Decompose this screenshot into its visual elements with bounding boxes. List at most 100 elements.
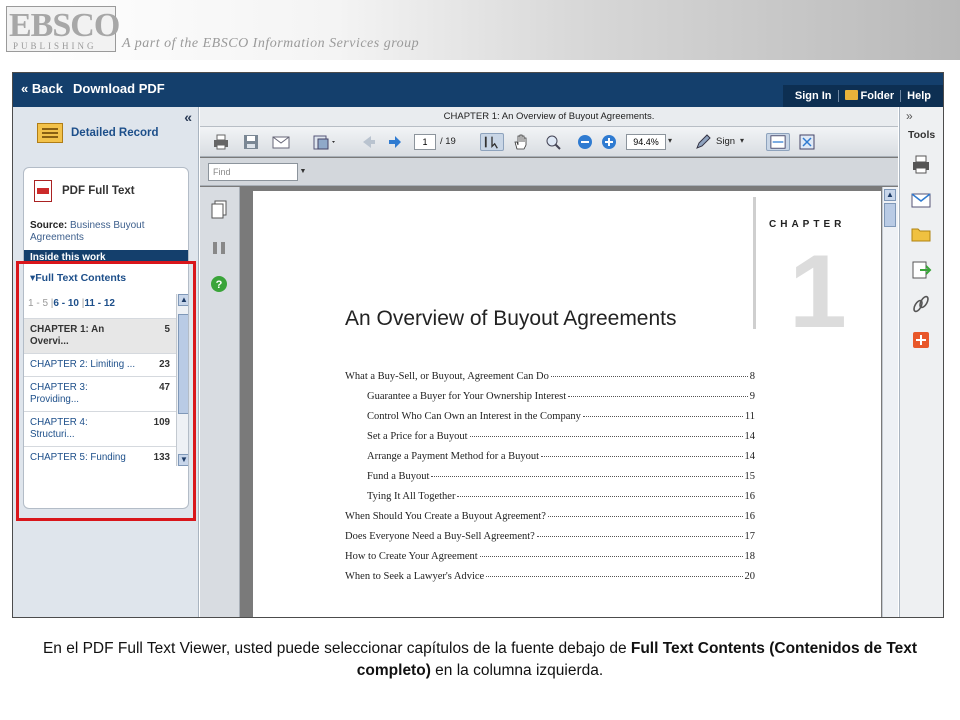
- toc-entry: Guarantee a Buyer for Your Ownership Int…: [345, 391, 755, 411]
- toc-entry: Control Who Can Own an Interest in the C…: [345, 411, 755, 431]
- find-input[interactable]: Find: [208, 163, 298, 181]
- source-info: Source: Business Buyout Agreements: [30, 220, 186, 244]
- page-number-input[interactable]: 1: [414, 134, 436, 150]
- page-title: An Overview of Buyout Agreements: [345, 307, 677, 330]
- detailed-record-link[interactable]: Detailed Record: [37, 123, 159, 143]
- toc-leader-dots: [568, 396, 748, 397]
- navigation-pane: ?: [200, 187, 240, 617]
- attachments-icon[interactable]: [210, 239, 228, 257]
- chapter-divider: [753, 197, 756, 329]
- toc-leader-dots: [457, 496, 743, 497]
- zoom-out-icon[interactable]: [576, 133, 594, 151]
- toc-leader-dots: [547, 516, 743, 517]
- ebsco-banner: EBSCO PUBLISHING A part of the EBSCO Inf…: [0, 0, 960, 60]
- toc-entry-title: Fund a Buyout: [367, 471, 430, 482]
- find-bar: Find ▼: [200, 158, 898, 186]
- detailed-record-icon: [37, 123, 63, 143]
- tools-title: Tools: [908, 129, 936, 141]
- toc-leader-dots: [479, 556, 743, 557]
- table-of-contents: What a Buy-Sell, or Buyout, Agreement Ca…: [345, 371, 755, 591]
- toc-leader-dots: [550, 376, 748, 377]
- toc-entry-title: When to Seek a Lawyer's Advice: [345, 571, 485, 582]
- document-title: CHAPTER 1: An Overview of Buyout Agreeme…: [200, 107, 898, 127]
- help-icon[interactable]: ?: [210, 275, 228, 293]
- document-page-area: CHAPTER 1 An Overview of Buyout Agreemen…: [241, 187, 898, 617]
- folder-link[interactable]: Folder: [839, 90, 901, 102]
- toc-entry: Tying It All Together 16: [345, 491, 755, 511]
- toc-entry-title: What a Buy-Sell, or Buyout, Agreement Ca…: [345, 371, 549, 382]
- toc-leader-dots: [536, 536, 743, 537]
- toc-leader-dots: [469, 436, 743, 437]
- toc-entry: Fund a Buyout 15: [345, 471, 755, 491]
- toc-leader-dots: [486, 576, 743, 577]
- toc-entry: How to Create Your Agreement 18: [345, 551, 755, 571]
- hand-tool-icon[interactable]: [512, 133, 530, 151]
- svg-text:?: ?: [216, 279, 223, 291]
- pdf-viewer: CHAPTER 1: An Overview of Buyout Agreeme…: [200, 107, 898, 617]
- chapter-label: CHAPTER: [769, 219, 846, 230]
- scroll-up-arrow-icon[interactable]: ▲: [884, 189, 896, 201]
- full-screen-icon[interactable]: [798, 133, 816, 151]
- sign-button[interactable]: Sign: [716, 136, 735, 147]
- toc-entry-title: Arrange a Payment Method for a Buyout: [367, 451, 540, 462]
- toc-entry-title: When Should You Create a Buyout Agreemen…: [345, 511, 546, 522]
- toc-entry: Does Everyone Need a Buy-Sell Agreement?…: [345, 531, 755, 551]
- toc-entry: When Should You Create a Buyout Agreemen…: [345, 511, 755, 531]
- marquee-zoom-icon[interactable]: [544, 133, 562, 151]
- scroll-thumb[interactable]: [884, 203, 896, 227]
- email-icon[interactable]: [910, 189, 932, 211]
- page-total: / 19: [440, 136, 456, 147]
- tools-panel: » Tools: [899, 107, 943, 617]
- caption-text-after: en la columna izquierda.: [430, 662, 604, 679]
- export-icon[interactable]: [312, 133, 338, 151]
- add-icon[interactable]: [910, 329, 932, 351]
- print-icon[interactable]: [212, 133, 230, 151]
- toc-entry-page: 15: [744, 471, 756, 482]
- toc-entry-title: Tying It All Together: [367, 491, 456, 502]
- next-page-icon[interactable]: [386, 133, 404, 151]
- save-icon[interactable]: [242, 133, 260, 151]
- zoom-level-select[interactable]: 94.4%: [626, 134, 666, 150]
- toc-entry: Arrange a Payment Method for a Buyout 14: [345, 451, 755, 471]
- toc-leader-dots: [541, 456, 743, 457]
- permalink-icon[interactable]: [910, 293, 932, 315]
- toc-leader-dots: [431, 476, 743, 477]
- document-scrollbar[interactable]: ▲: [882, 187, 898, 617]
- previous-page-icon[interactable]: [360, 133, 378, 151]
- find-dropdown-icon[interactable]: ▼: [298, 163, 308, 181]
- zoom-in-icon[interactable]: [600, 133, 618, 151]
- pages-icon[interactable]: [210, 199, 228, 219]
- logo-text: EBSCO: [9, 7, 120, 44]
- expand-tools-button[interactable]: »: [906, 109, 913, 123]
- zoom-dropdown-arrow-icon[interactable]: ▾: [668, 136, 672, 145]
- email-icon[interactable]: [272, 133, 290, 151]
- toc-entry: Set a Price for a Buyout 14: [345, 431, 755, 451]
- banner-tagline: A part of the EBSCO Information Services…: [122, 36, 420, 51]
- collapse-panel-button[interactable]: «: [184, 109, 192, 125]
- caption-text-before: En el PDF Full Text Viewer, usted puede …: [42, 640, 631, 657]
- export-icon[interactable]: [910, 259, 932, 281]
- print-icon[interactable]: [910, 153, 932, 175]
- select-tool-icon[interactable]: [480, 133, 504, 151]
- back-link[interactable]: « Back: [21, 81, 63, 96]
- user-nav: Sign In Folder Help: [782, 85, 943, 107]
- pdf-icon: [34, 180, 52, 202]
- help-link[interactable]: Help: [901, 90, 937, 102]
- toc-entry-title: Guarantee a Buyer for Your Ownership Int…: [367, 391, 567, 402]
- source-label: Source:: [30, 220, 68, 231]
- toc-entry-page: 14: [744, 431, 756, 442]
- fit-width-icon[interactable]: [766, 133, 790, 151]
- download-pdf-link[interactable]: Download PDF: [73, 81, 165, 96]
- save-folder-icon[interactable]: [910, 223, 932, 245]
- pen-icon[interactable]: [694, 133, 712, 151]
- sign-dropdown-arrow-icon[interactable]: ▾: [740, 136, 744, 145]
- sign-in-link[interactable]: Sign In: [789, 90, 838, 102]
- slide-caption: En el PDF Full Text Viewer, usted puede …: [20, 638, 940, 682]
- toc-entry-title: Set a Price for a Buyout: [367, 431, 468, 442]
- logo-subtext: PUBLISHING: [13, 41, 97, 51]
- folder-label: Folder: [860, 90, 895, 102]
- toc-entry-title: How to Create Your Agreement: [345, 551, 478, 562]
- toc-entry-page: 8: [749, 371, 755, 382]
- toc-entry-page: 16: [744, 491, 756, 502]
- toc-entry-page: 14: [744, 451, 756, 462]
